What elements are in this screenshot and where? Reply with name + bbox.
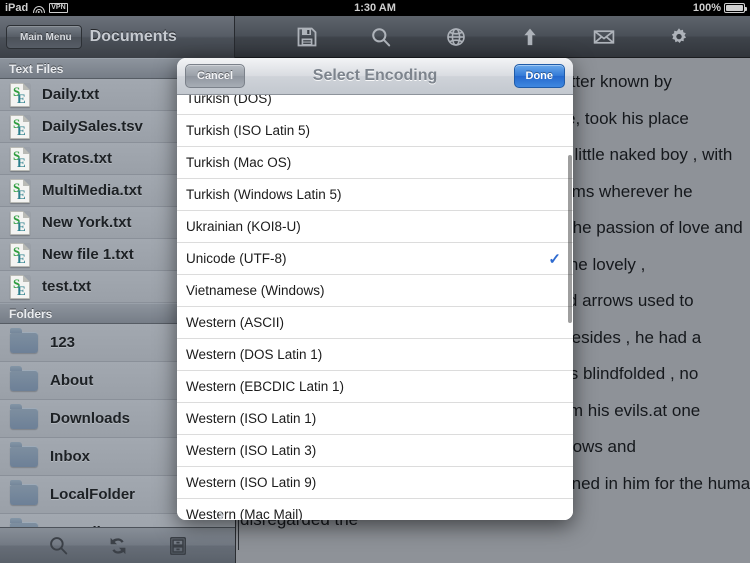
document-toolbar xyxy=(236,16,750,58)
cancel-button-label: Cancel xyxy=(197,70,234,82)
status-bar: iPad VPN 1:30 AM 100% xyxy=(0,0,750,16)
file-name-label: Daily.txt xyxy=(42,86,100,103)
search-icon[interactable] xyxy=(43,531,73,561)
encoding-label: Ukrainian (KOI8-U) xyxy=(186,219,301,234)
status-bar-clock: 1:30 AM xyxy=(354,2,396,14)
folder-name-label: LocalFolder xyxy=(50,486,136,503)
file-name-label: test.txt xyxy=(42,278,92,295)
sidebar-bottom-toolbar xyxy=(0,527,235,563)
encoding-label: Unicode (UTF-8) xyxy=(186,251,287,266)
text-file-icon: SE xyxy=(10,210,30,235)
encoding-list-item[interactable]: Vietnamese (Windows)✓ xyxy=(177,275,573,307)
battery-percent-label: 100% xyxy=(692,2,721,14)
sidebar-navigation-bar: Main Menu Documents xyxy=(0,16,235,58)
sync-icon[interactable] xyxy=(103,531,133,561)
text-files-header-label: Text Files xyxy=(9,61,64,76)
encoding-list-item[interactable]: Ukrainian (KOI8-U)✓ xyxy=(177,211,573,243)
gear-icon[interactable] xyxy=(664,22,694,52)
file-name-label: DailySales.tsv xyxy=(42,118,143,135)
encoding-label: Western (Mac Mail) xyxy=(186,507,303,520)
encoding-label: Turkish (ISO Latin 5) xyxy=(186,123,311,138)
encoding-list-item[interactable]: Unicode (UTF-8) ✓ xyxy=(177,243,573,275)
upload-icon[interactable] xyxy=(515,22,545,52)
encoding-list-item[interactable]: Western (ISO Latin 9)✓ xyxy=(177,467,573,499)
folder-name-label: Downloads xyxy=(50,410,131,427)
encoding-label: Western (ASCII) xyxy=(186,315,285,330)
encoding-list-item[interactable]: Western (EBCDIC Latin 1)✓ xyxy=(177,371,573,403)
encoding-list-item[interactable]: Western (DOS Latin 1)✓ xyxy=(177,339,573,371)
folder-name-label: Inbox xyxy=(50,448,90,465)
archive-icon[interactable] xyxy=(163,531,193,561)
save-icon[interactable] xyxy=(292,22,322,52)
folder-name-label: About xyxy=(50,372,94,389)
encoding-label: Turkish (Mac OS) xyxy=(186,155,292,170)
encoding-list-item[interactable]: Turkish (Mac OS)✓ xyxy=(177,147,573,179)
main-menu-label: Main Menu xyxy=(20,31,72,43)
globe-icon[interactable] xyxy=(441,22,471,52)
encoding-label: Vietnamese (Windows) xyxy=(186,283,325,298)
status-bar-right: 100% xyxy=(692,2,748,14)
folder-icon xyxy=(10,328,38,353)
text-file-icon: SE xyxy=(10,114,30,139)
folder-icon xyxy=(10,480,38,505)
cancel-button[interactable]: Cancel xyxy=(185,64,246,88)
modal-header: Cancel Select Encoding Done xyxy=(177,58,573,95)
encoding-list-item[interactable]: Western (ISO Latin 3)✓ xyxy=(177,435,573,467)
done-button[interactable]: Done xyxy=(513,64,565,88)
folders-header-label: Folders xyxy=(9,306,53,321)
text-file-icon: SE xyxy=(10,146,30,171)
file-name-label: New York.txt xyxy=(42,214,132,231)
main-menu-back-button[interactable]: Main Menu xyxy=(6,25,82,49)
encoding-list-item[interactable]: Western (Mac Mail)✓ xyxy=(177,499,573,520)
encoding-list-item[interactable]: Turkish (Windows Latin 5)✓ xyxy=(177,179,573,211)
mail-icon[interactable] xyxy=(589,22,619,52)
page-title: Documents xyxy=(89,28,177,45)
encoding-list-scrollbar[interactable] xyxy=(568,155,572,323)
battery-full-icon xyxy=(724,3,748,13)
encoding-list-item[interactable]: Western (ISO Latin 1)✓ xyxy=(177,403,573,435)
checkmark-icon: ✓ xyxy=(548,250,561,268)
folder-icon xyxy=(10,366,38,391)
folder-name-label: 123 xyxy=(50,334,76,351)
done-button-label: Done xyxy=(525,70,554,82)
chevron-right-icon: › xyxy=(218,505,225,526)
file-name-label: New file 1.txt xyxy=(42,246,134,263)
encoding-label: Western (ISO Latin 1) xyxy=(186,411,317,426)
modal-title: Select Encoding xyxy=(312,67,438,84)
encoding-list-item[interactable]: Western (ASCII)✓ xyxy=(177,307,573,339)
text-file-icon: SE xyxy=(10,242,30,267)
encoding-label: Western (DOS Latin 1) xyxy=(186,347,323,362)
encoding-label: Turkish (Windows Latin 5) xyxy=(186,187,342,202)
text-file-icon: SE xyxy=(10,274,30,299)
folder-icon xyxy=(10,404,38,429)
encoding-list-item[interactable]: Turkish (DOS)✓ xyxy=(177,95,573,115)
file-name-label: Kratos.txt xyxy=(42,150,113,167)
search-icon[interactable] xyxy=(366,22,396,52)
encoding-label: Western (ISO Latin 9) xyxy=(186,475,317,490)
encoding-label: Turkish (DOS) xyxy=(186,95,272,106)
encoding-list[interactable]: Turkish (DOS)✓Turkish (ISO Latin 5)✓Turk… xyxy=(177,95,573,520)
text-file-icon: SE xyxy=(10,82,30,107)
select-encoding-modal[interactable]: Cancel Select Encoding Done Turkish (DOS… xyxy=(177,58,573,520)
text-file-icon: SE xyxy=(10,178,30,203)
encoding-list-item[interactable]: Turkish (ISO Latin 5)✓ xyxy=(177,115,573,147)
encoding-label: Western (ISO Latin 3) xyxy=(186,443,317,458)
navigation-bar: Main Menu Documents xyxy=(0,16,750,58)
encoding-label: Western (EBCDIC Latin 1) xyxy=(186,379,345,394)
folder-icon xyxy=(10,442,38,467)
file-name-label: MultiMedia.txt xyxy=(42,182,142,199)
